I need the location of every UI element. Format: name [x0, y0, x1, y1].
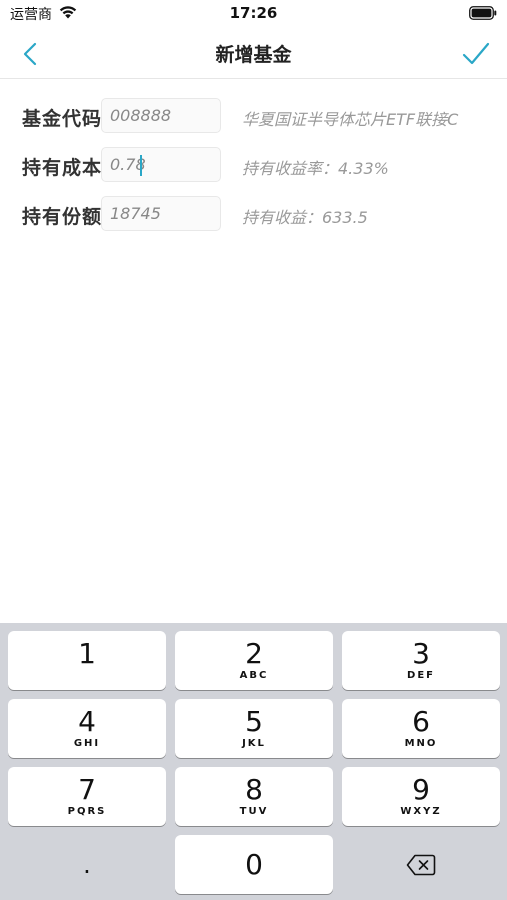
holding-cost-label: 持有成本: [22, 157, 103, 179]
holding-cost-input[interactable]: [101, 147, 221, 182]
holding-cost-row: 持有成本 持有收益率：4.33%: [0, 145, 507, 194]
key-letters: TUV: [239, 806, 269, 817]
key-3[interactable]: 3 DEF: [342, 631, 500, 690]
checkmark-icon: [462, 42, 490, 65]
key-0[interactable]: 0: [175, 835, 333, 894]
fund-name-info: 华夏国证半导体芯片ETF联接C: [242, 110, 459, 129]
key-decimal[interactable]: .: [8, 835, 166, 894]
key-8[interactable]: 8 TUV: [175, 767, 333, 826]
holding-shares-label: 持有份额: [22, 206, 103, 228]
key-digit: 0: [245, 847, 263, 881]
holding-shares-row: 持有份额 持有收益：633.5: [0, 194, 507, 243]
key-letters: ABC: [239, 670, 269, 681]
status-bar: 运营商 17:26: [0, 0, 507, 30]
profit-info: 持有收益：633.5: [242, 208, 368, 227]
battery-icon: [469, 6, 497, 20]
text-cursor: [140, 155, 142, 176]
backspace-icon: [406, 854, 436, 875]
key-digit: 3: [412, 637, 430, 670]
key-2[interactable]: 2 ABC: [175, 631, 333, 690]
fund-code-row: 基金代码 华夏国证半导体芯片ETF联接C: [0, 96, 507, 145]
navigation-bar: 新增基金: [0, 30, 507, 79]
key-digit: 2: [245, 637, 263, 670]
key-1[interactable]: 1: [8, 631, 166, 690]
key-letters: MNO: [404, 738, 438, 749]
key-digit: 8: [245, 773, 263, 806]
key-5[interactable]: 5 JKL: [175, 699, 333, 758]
key-letters: WXYZ: [400, 806, 442, 817]
key-4[interactable]: 4 GHI: [8, 699, 166, 758]
key-digit: 6: [412, 705, 430, 738]
fund-code-input[interactable]: [101, 98, 221, 133]
key-7[interactable]: 7 PQRS: [8, 767, 166, 826]
confirm-button[interactable]: [459, 38, 493, 70]
page-title: 新增基金: [215, 44, 292, 66]
key-digit: 1: [78, 637, 96, 670]
key-letters: GHI: [73, 738, 101, 749]
key-digit: 4: [78, 705, 96, 738]
numeric-keyboard: 1 2 ABC 3 DEF 4 GHI 5 JKL 6 MNO 7 PQRS 8…: [0, 623, 507, 900]
key-digit: 7: [78, 773, 96, 806]
key-delete[interactable]: [342, 835, 500, 894]
holding-shares-input[interactable]: [101, 196, 221, 231]
key-letters: PQRS: [67, 806, 107, 817]
key-9[interactable]: 9 WXYZ: [342, 767, 500, 826]
return-rate-info: 持有收益率：4.33%: [242, 159, 389, 178]
fund-code-label: 基金代码: [22, 108, 103, 130]
key-letters: JKL: [242, 738, 266, 749]
key-digit: 5: [245, 705, 263, 738]
fund-form: 基金代码 华夏国证半导体芯片ETF联接C 持有成本 持有收益率：4.33% 持有…: [0, 96, 507, 243]
decimal-point: .: [83, 850, 91, 879]
clock: 17:26: [229, 4, 278, 22]
key-6[interactable]: 6 MNO: [342, 699, 500, 758]
key-digit: 9: [412, 773, 430, 806]
key-letters: DEF: [407, 670, 435, 681]
